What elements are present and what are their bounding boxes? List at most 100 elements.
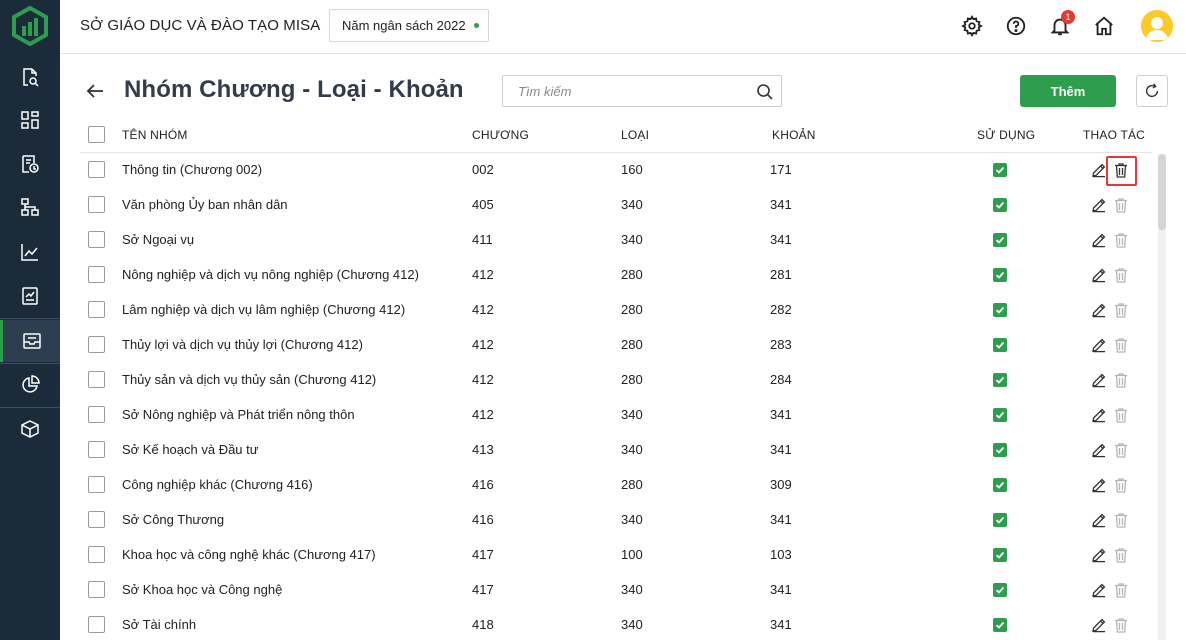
table-row[interactable]: Văn phòng Ủy ban nhân dân 405 340 341 (80, 188, 1152, 223)
vertical-scrollbar[interactable] (1158, 154, 1166, 640)
search-input[interactable] (503, 76, 751, 106)
edit-button[interactable] (1091, 582, 1107, 598)
edit-button[interactable] (1091, 302, 1107, 318)
row-checkbox[interactable] (88, 336, 105, 353)
in-use-checkbox[interactable] (993, 198, 1007, 212)
column-header-loai[interactable]: LOẠI (621, 128, 649, 142)
delete-button[interactable] (1113, 477, 1129, 493)
delete-button[interactable] (1113, 442, 1129, 458)
edit-button[interactable] (1091, 547, 1107, 563)
delete-button[interactable] (1113, 547, 1129, 563)
in-use-checkbox[interactable] (993, 618, 1007, 632)
settings-button[interactable] (960, 14, 984, 38)
edit-button[interactable] (1091, 337, 1107, 353)
delete-button[interactable] (1113, 372, 1129, 388)
scroll-thumb[interactable] (1158, 154, 1166, 230)
in-use-checkbox[interactable] (993, 548, 1007, 562)
table-row[interactable]: Sở Khoa học và Công nghệ 417 340 341 (80, 573, 1152, 608)
delete-button[interactable] (1113, 617, 1129, 633)
help-button[interactable] (1004, 14, 1028, 38)
in-use-checkbox[interactable] (993, 268, 1007, 282)
table-row[interactable]: Công nghiệp khác (Chương 416) 416 280 309 (80, 468, 1152, 503)
sidebar-item-chart[interactable] (0, 231, 60, 273)
delete-button[interactable] (1113, 162, 1129, 178)
in-use-checkbox[interactable] (993, 338, 1007, 352)
delete-button[interactable] (1113, 302, 1129, 318)
in-use-checkbox[interactable] (993, 233, 1007, 247)
search-icon[interactable] (755, 82, 775, 102)
refresh-button[interactable] (1136, 75, 1168, 107)
edit-button[interactable] (1091, 372, 1107, 388)
table-row[interactable]: Thủy sản và dịch vụ thủy sản (Chương 412… (80, 363, 1152, 398)
sidebar-item-pie-chart[interactable] (0, 364, 60, 406)
table-row[interactable]: Thủy lợi và dịch vụ thủy lợi (Chương 412… (80, 328, 1152, 363)
table-row[interactable]: Khoa học và công nghệ khác (Chương 417) 4… (80, 538, 1152, 573)
column-header-khoan[interactable]: KHOẢN (772, 128, 816, 142)
in-use-checkbox[interactable] (993, 583, 1007, 597)
table-row[interactable]: Sở Ngoại vụ 411 340 341 (80, 223, 1152, 258)
in-use-checkbox[interactable] (993, 303, 1007, 317)
row-checkbox[interactable] (88, 441, 105, 458)
add-button[interactable]: Thêm (1020, 75, 1116, 107)
sidebar-item-dashboard[interactable] (0, 99, 60, 141)
edit-button[interactable] (1091, 477, 1107, 493)
row-checkbox[interactable] (88, 161, 105, 178)
misa-logo[interactable] (0, 0, 60, 52)
column-header-chuong[interactable]: CHƯƠNG (472, 128, 529, 142)
table-row[interactable]: Sở Công Thương 416 340 341 (80, 503, 1152, 538)
home-button[interactable] (1092, 14, 1116, 38)
in-use-checkbox[interactable] (993, 163, 1007, 177)
edit-button[interactable] (1091, 197, 1107, 213)
sidebar-item-report[interactable] (0, 275, 60, 317)
sidebar-item-search-document[interactable] (0, 56, 60, 98)
table-row[interactable]: Sở Tài chính 418 340 341 (80, 608, 1152, 640)
row-checkbox[interactable] (88, 616, 105, 633)
row-checkbox[interactable] (88, 511, 105, 528)
row-checkbox[interactable] (88, 581, 105, 598)
select-all-checkbox[interactable] (88, 126, 105, 143)
notification-button[interactable]: 1 (1048, 10, 1075, 38)
cell-chuong: 412 (472, 267, 494, 282)
table-row[interactable]: Sở Kế hoạch và Đầu tư 413 340 341 (80, 433, 1152, 468)
in-use-checkbox[interactable] (993, 443, 1007, 457)
edit-button[interactable] (1091, 232, 1107, 248)
in-use-checkbox[interactable] (993, 408, 1007, 422)
row-checkbox[interactable] (88, 266, 105, 283)
delete-button[interactable] (1113, 337, 1129, 353)
row-checkbox[interactable] (88, 231, 105, 248)
edit-button[interactable] (1091, 407, 1107, 423)
sidebar-item-budget[interactable] (0, 143, 60, 185)
delete-button[interactable] (1113, 232, 1129, 248)
column-header-name[interactable]: TÊN NHÓM (122, 128, 188, 142)
delete-button[interactable] (1113, 197, 1129, 213)
in-use-checkbox[interactable] (993, 513, 1007, 527)
table-row[interactable]: Nông nghiệp và dịch vụ nông nghiệp (Chươ… (80, 258, 1152, 293)
column-header-su-dung[interactable]: SỬ DỤNG (977, 128, 1035, 142)
row-checkbox[interactable] (88, 546, 105, 563)
avatar[interactable] (1141, 10, 1173, 42)
row-checkbox[interactable] (88, 406, 105, 423)
table-row[interactable]: Thông tin (Chương 002) 002 160 171 (80, 153, 1152, 188)
fiscal-year-selector[interactable]: Năm ngân sách 2022 (329, 9, 489, 42)
table-row[interactable]: Sở Nông nghiệp và Phát triển nông thôn 41… (80, 398, 1152, 433)
table-row[interactable]: Lâm nghiệp và dịch vụ lâm nghiệp (Chương… (80, 293, 1152, 328)
edit-button[interactable] (1091, 617, 1107, 633)
row-checkbox[interactable] (88, 301, 105, 318)
row-checkbox[interactable] (88, 196, 105, 213)
sidebar-item-box[interactable] (0, 408, 60, 450)
delete-button[interactable] (1113, 582, 1129, 598)
row-checkbox[interactable] (88, 371, 105, 388)
in-use-checkbox[interactable] (993, 373, 1007, 387)
delete-button[interactable] (1113, 267, 1129, 283)
edit-button[interactable] (1091, 512, 1107, 528)
back-button[interactable] (84, 80, 106, 102)
delete-button[interactable] (1113, 407, 1129, 423)
sidebar-item-hierarchy[interactable] (0, 186, 60, 228)
row-checkbox[interactable] (88, 476, 105, 493)
delete-button[interactable] (1113, 512, 1129, 528)
in-use-checkbox[interactable] (993, 478, 1007, 492)
edit-button[interactable] (1091, 162, 1107, 178)
edit-button[interactable] (1091, 442, 1107, 458)
edit-button[interactable] (1091, 267, 1107, 283)
sidebar-item-inbox[interactable] (0, 320, 60, 362)
